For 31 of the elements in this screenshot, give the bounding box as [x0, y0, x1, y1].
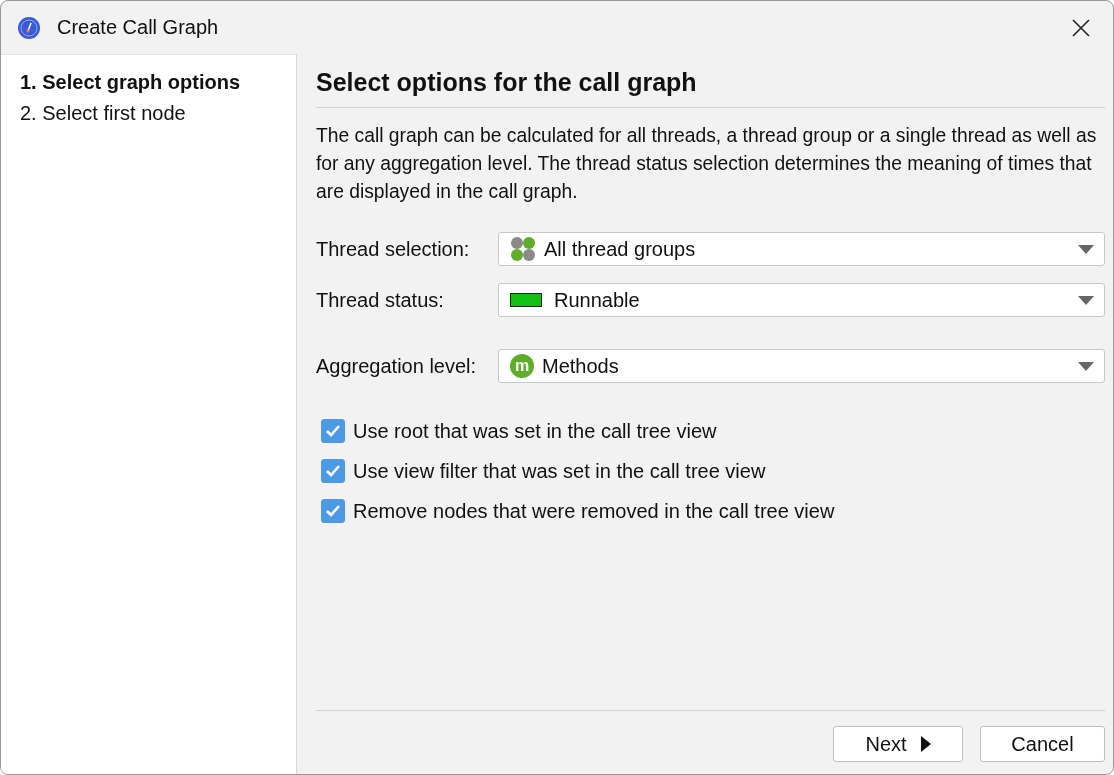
field-label: Thread status:: [316, 288, 445, 312]
close-icon: [1072, 18, 1090, 37]
checkbox[interactable]: [321, 459, 345, 483]
next-button[interactable]: Next: [833, 726, 963, 762]
dropdown[interactable]: All thread groups: [498, 232, 1105, 266]
check-icon: [325, 424, 341, 438]
step-item[interactable]: 2. Select first node: [20, 98, 296, 129]
thread-groups-icon: [510, 236, 536, 262]
gauge-icon: [17, 15, 41, 40]
option-checkbox[interactable]: Remove nodes that were removed in the call tree view: [321, 499, 1105, 523]
status-swatch-icon: [510, 293, 542, 307]
caret-icon: [1078, 244, 1094, 254]
field-label: Thread selection:: [316, 237, 471, 261]
checkbox[interactable]: [321, 419, 345, 443]
dropdown[interactable]: Runnable: [498, 283, 1105, 317]
window-title: Create Call Graph: [57, 16, 219, 39]
play-arrow-icon: [920, 736, 931, 752]
cancel-button[interactable]: Cancel: [980, 726, 1105, 762]
description-text: The call graph can be calculated for all threads, a thread group or a single thread as well as for any aggregation level. The thread status selection determines the meaning of times that are displayed in the call graph.: [316, 124, 1098, 204]
check-icon: [325, 464, 341, 478]
field-label: Aggregation level:: [316, 354, 478, 378]
caret-icon: [1078, 361, 1094, 371]
option-checkbox[interactable]: Use root that was set in the call tree view: [321, 419, 1105, 443]
checkbox[interactable]: [321, 499, 345, 523]
check-icon: [325, 504, 341, 518]
page-heading: Select options for the call graph: [316, 68, 1105, 108]
methods-badge-icon: m: [510, 354, 534, 378]
step-item[interactable]: 1. Select graph options: [20, 67, 296, 98]
option-checkbox[interactable]: Use view filter that was set in the call tree view: [321, 459, 1105, 483]
caret-icon: [1078, 295, 1094, 305]
dropdown[interactable]: m Methods: [498, 349, 1105, 383]
